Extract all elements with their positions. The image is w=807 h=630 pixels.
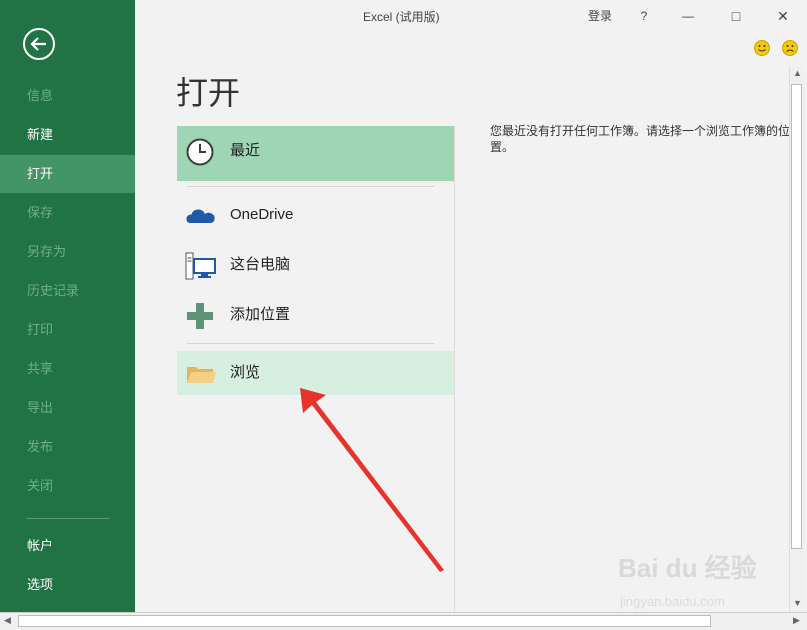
annotation-arrow-icon	[300, 388, 444, 572]
